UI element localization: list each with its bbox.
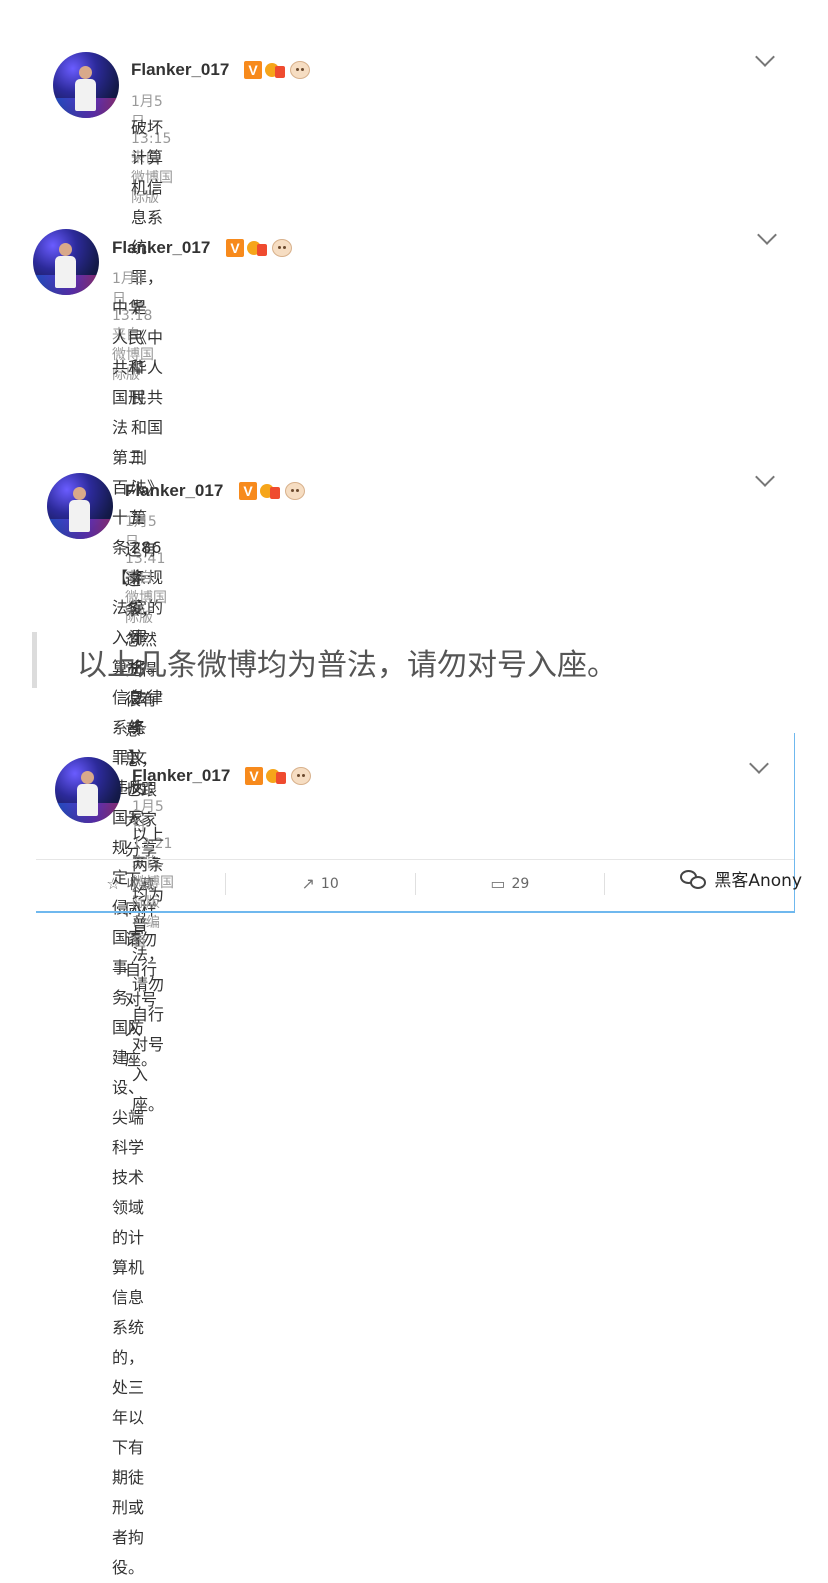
verified-v-badge: V [239, 482, 257, 500]
avatar[interactable] [47, 473, 113, 539]
username[interactable]: Flanker_017 [112, 238, 210, 258]
star-icon: ☆ [106, 874, 121, 893]
user-badges: V [226, 239, 292, 257]
verified-v-badge: V [245, 767, 263, 785]
username[interactable]: Flanker_017 [132, 766, 230, 786]
repost-count: 10 [320, 876, 339, 892]
watermark-text: 黑客Anony [714, 871, 802, 891]
comment-icon: ▭ [490, 874, 506, 893]
avatar[interactable] [55, 757, 121, 823]
favorite-label: 收藏 [126, 877, 155, 893]
vip-crown-icon [247, 239, 269, 257]
post-text-line: 年以下有期徒刑或者拘役。 [112, 1408, 145, 1577]
user-badges: V [244, 61, 310, 79]
username[interactable]: Flanker_017 [131, 60, 229, 80]
emoji-face-icon [272, 239, 292, 257]
vip-crown-icon [265, 61, 287, 79]
verified-v-badge: V [244, 61, 262, 79]
comment-button[interactable]: ▭ 29 [416, 873, 606, 895]
chevron-down-icon[interactable] [757, 225, 777, 245]
username[interactable]: Flanker_017 [125, 481, 223, 501]
chevron-down-icon[interactable] [755, 467, 775, 487]
verified-v-badge: V [226, 239, 244, 257]
repost-button[interactable]: ↗ 10 [226, 873, 416, 895]
share-icon: ↗ [301, 874, 315, 893]
favorite-button[interactable]: ☆ 收藏 [36, 873, 226, 895]
comment-count: 29 [511, 876, 530, 892]
avatar[interactable] [33, 229, 99, 295]
user-badges: V [239, 482, 305, 500]
user-badges: V [245, 767, 311, 785]
wechat-icon [680, 868, 708, 890]
chevron-down-icon[interactable] [755, 47, 775, 67]
blockquote: 以上几条微博均为普法，请勿对号入座。 [32, 632, 797, 688]
emoji-face-icon [285, 482, 305, 500]
vip-crown-icon [260, 482, 282, 500]
emoji-face-icon [290, 61, 310, 79]
avatar[interactable] [53, 52, 119, 118]
quote-text: 以上几条微博均为普法，请勿对号入座。 [77, 648, 617, 683]
watermark: 黑客Anony [680, 866, 802, 891]
emoji-face-icon [291, 767, 311, 785]
vip-crown-icon [266, 767, 288, 785]
